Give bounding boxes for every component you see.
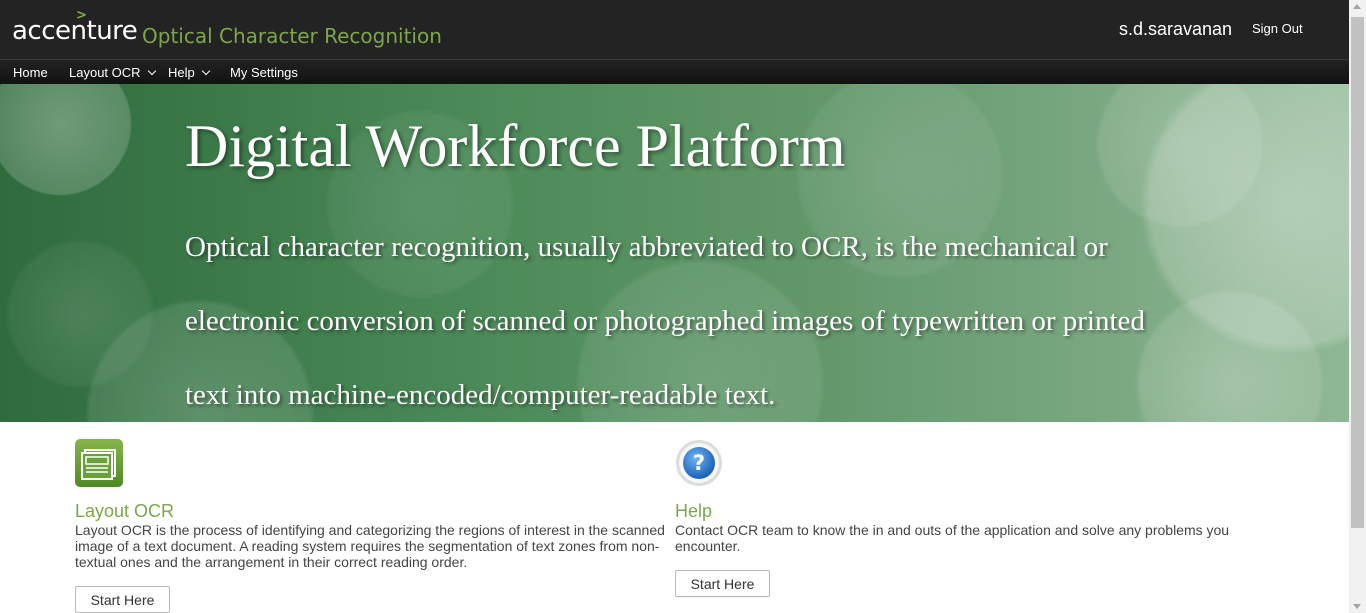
card-help: ? Help Contact OCR team to know the in a…: [675, 439, 1245, 597]
start-here-button[interactable]: Start Here: [75, 586, 170, 613]
chevron-down-icon: [147, 66, 156, 76]
nav-home-label: Home: [13, 65, 48, 80]
hero-banner: Digital Workforce Platform Optical chara…: [0, 84, 1349, 422]
sign-out-link[interactable]: Sign Out: [1252, 21, 1303, 36]
vertical-scrollbar[interactable]: [1349, 0, 1366, 613]
card-title: Help: [675, 501, 713, 521]
chevron-down-icon: [201, 66, 210, 76]
main-nav: Home Layout OCR Help My Settings: [0, 59, 1349, 85]
nav-help-label: Help: [168, 65, 195, 80]
start-here-button[interactable]: Start Here: [675, 570, 770, 597]
scroll-down-arrow-icon[interactable]: [1353, 604, 1361, 609]
svg-text:?: ?: [693, 451, 705, 475]
hero-description: Optical character recognition, usually a…: [185, 231, 1145, 411]
card-title: Layout OCR: [75, 501, 175, 521]
hero-title: Digital Workforce Platform: [185, 113, 846, 179]
layout-document-icon[interactable]: [75, 439, 123, 487]
app-title: Optical Character Recognition: [142, 24, 442, 48]
nav-my-settings-label: My Settings: [230, 65, 298, 80]
nav-my-settings[interactable]: My Settings: [230, 65, 298, 80]
question-mark-icon[interactable]: ?: [675, 439, 723, 487]
nav-home[interactable]: Home: [13, 65, 48, 80]
scroll-thumb[interactable]: [1351, 17, 1364, 528]
nav-help[interactable]: Help: [168, 65, 210, 80]
scroll-up-arrow-icon[interactable]: [1353, 4, 1361, 9]
card-description: Layout OCR is the process of identifying…: [75, 522, 665, 570]
username: s.d.saravanan: [1119, 19, 1233, 39]
nav-layout-ocr[interactable]: Layout OCR: [69, 65, 156, 80]
accenture-logo[interactable]: accenture: [12, 16, 138, 46]
card-description: Contact OCR team to know the in and outs…: [675, 522, 1230, 554]
card-layout-ocr: Layout OCR Layout OCR is the process of …: [75, 439, 670, 613]
top-header: > accenture Optical Character Recognitio…: [0, 0, 1349, 59]
nav-layout-ocr-label: Layout OCR: [69, 65, 141, 80]
